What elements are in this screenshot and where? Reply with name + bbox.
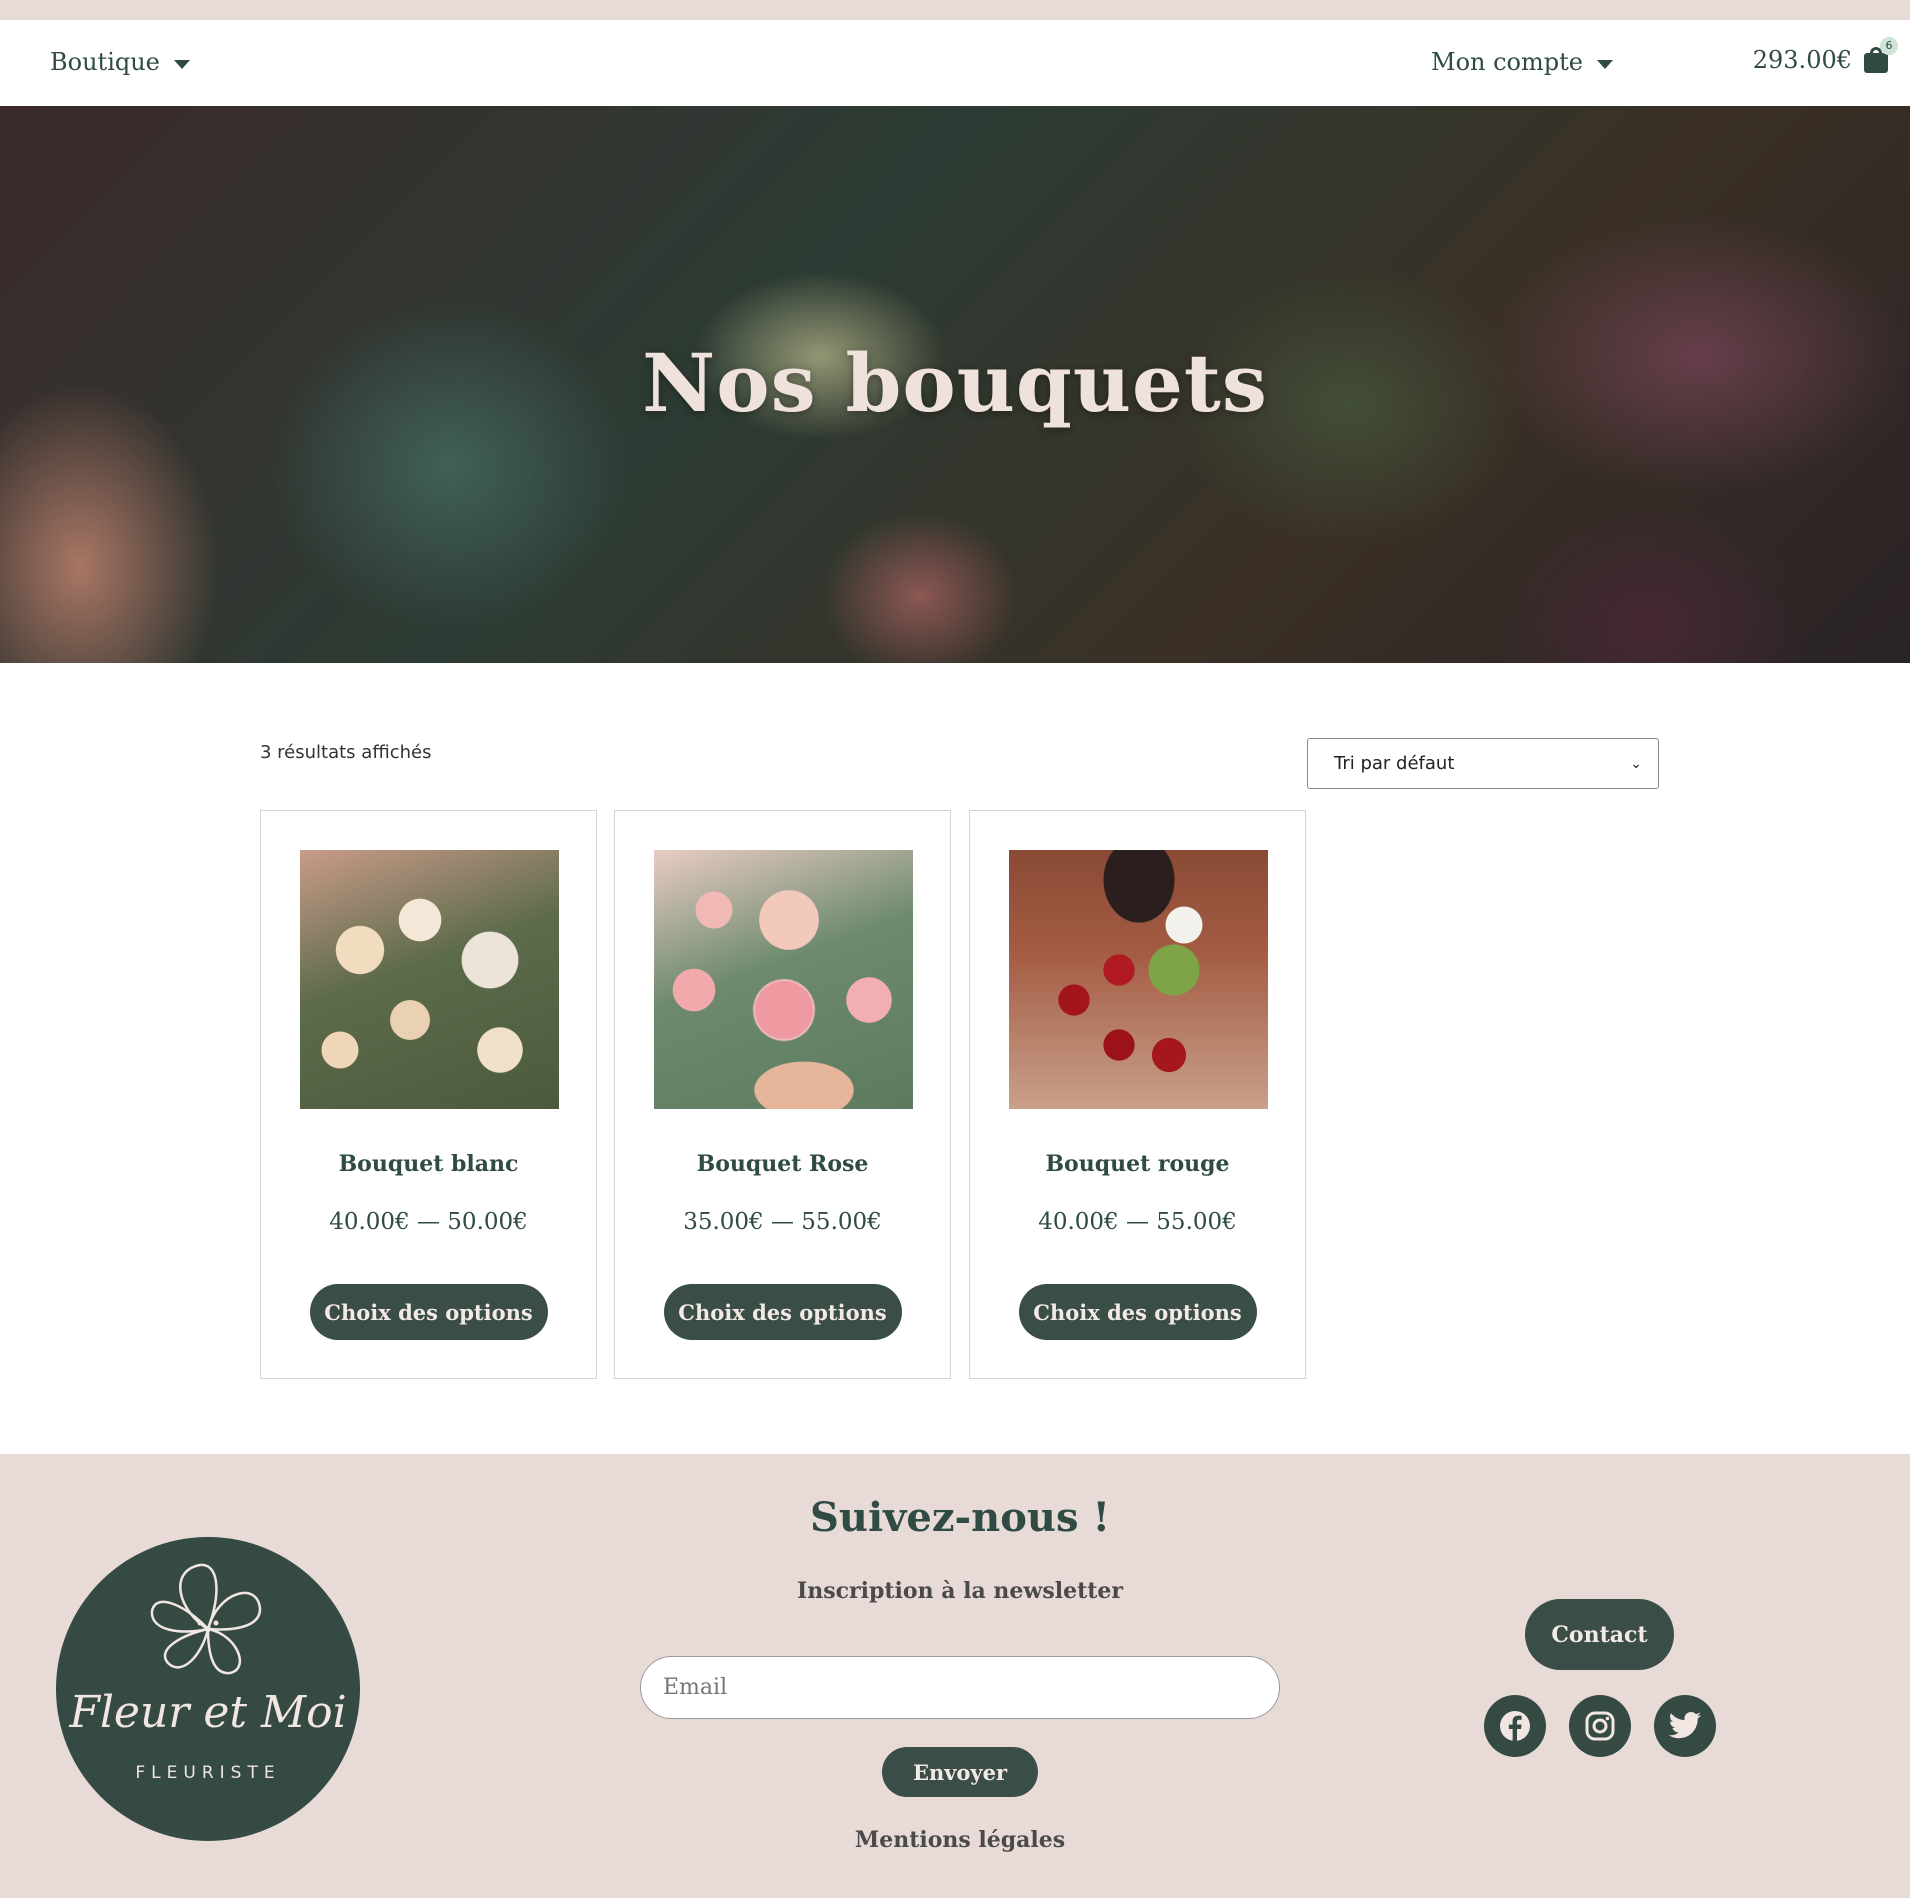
nav-account-label: Mon compte — [1431, 48, 1583, 76]
results-count: 3 résultats affichés — [260, 742, 432, 763]
product-name[interactable]: Bouquet Rose — [615, 1151, 950, 1177]
hero-banner: Nos bouquets — [0, 106, 1910, 663]
follow-heading: Suivez-nous ! — [809, 1494, 1111, 1541]
product-image[interactable] — [1009, 850, 1268, 1109]
choose-options-button[interactable]: Choix des options — [663, 1284, 902, 1340]
flower-icon — [150, 1563, 262, 1675]
instagram-icon — [1585, 1711, 1615, 1741]
send-button[interactable]: Envoyer — [882, 1747, 1038, 1797]
chevron-down-icon — [1596, 59, 1613, 69]
hero-title: Nos bouquets — [642, 336, 1268, 430]
nav-account-menu[interactable]: Mon compte — [1431, 48, 1613, 76]
sort-selected-value: Tri par défaut — [1334, 753, 1455, 774]
product-name[interactable]: Bouquet blanc — [261, 1151, 596, 1177]
facebook-link[interactable] — [1484, 1695, 1546, 1757]
logo-script-text: Fleur et Moi — [69, 1687, 347, 1738]
top-strip — [0, 0, 1910, 20]
contact-button[interactable]: Contact — [1525, 1599, 1674, 1670]
site-header: Boutique Mon compte 293.00€ 6 — [0, 20, 1910, 106]
product-image[interactable] — [300, 850, 559, 1109]
cart-total: 293.00€ — [1752, 46, 1852, 74]
chevron-down-icon — [173, 59, 190, 69]
product-price: 40.00€ — 50.00€ — [329, 1209, 528, 1235]
product-card[interactable]: Bouquet Rose 35.00€ — 55.00€ Choix des o… — [614, 810, 951, 1379]
product-price: 35.00€ — 55.00€ — [683, 1209, 882, 1235]
cart-count-badge: 6 — [1880, 37, 1898, 55]
product-price: 40.00€ — 55.00€ — [1038, 1209, 1237, 1235]
shopping-bag-icon: 6 — [1864, 37, 1898, 73]
cart-button[interactable]: 293.00€ 6 — [1752, 37, 1898, 74]
product-image[interactable] — [654, 850, 913, 1109]
sort-select[interactable]: Tri par défaut ⌄ — [1307, 738, 1659, 789]
product-card[interactable]: Bouquet blanc 40.00€ — 50.00€ Choix des … — [260, 810, 597, 1379]
site-footer: Fleur et Moi FLEURISTE Suivez-nous ! Ins… — [0, 1454, 1910, 1898]
product-card[interactable]: Bouquet rouge 40.00€ — 55.00€ Choix des … — [969, 810, 1306, 1379]
product-name[interactable]: Bouquet rouge — [970, 1151, 1305, 1177]
nav-shop-label: Boutique — [50, 48, 160, 76]
logo-subtitle: FLEURISTE — [135, 1763, 281, 1783]
facebook-icon — [1500, 1711, 1530, 1742]
email-field[interactable] — [640, 1656, 1280, 1719]
instagram-link[interactable] — [1569, 1695, 1631, 1757]
chevron-down-icon: ⌄ — [1630, 755, 1642, 772]
choose-options-button[interactable]: Choix des options — [309, 1284, 548, 1340]
legal-notice-link[interactable]: Mentions légales — [0, 1827, 1910, 1853]
choose-options-button[interactable]: Choix des options — [1018, 1284, 1257, 1340]
twitter-icon — [1668, 1712, 1701, 1739]
nav-shop-menu[interactable]: Boutique — [50, 48, 190, 76]
twitter-link[interactable] — [1654, 1695, 1716, 1757]
